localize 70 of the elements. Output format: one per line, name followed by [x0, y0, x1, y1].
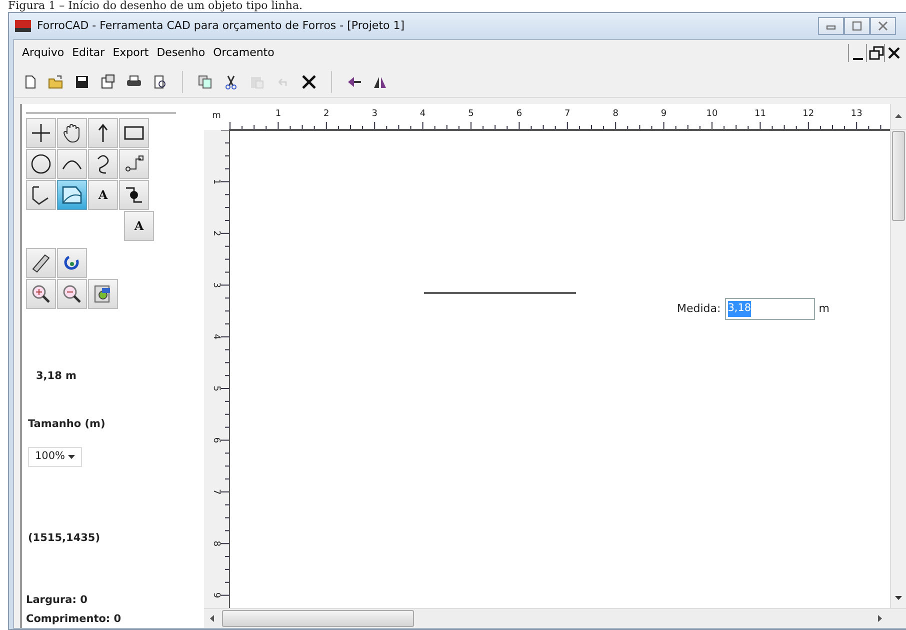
- scroll-up-icon: [895, 114, 902, 118]
- scissors-icon: [223, 74, 239, 90]
- close-icon: [886, 45, 902, 61]
- restore-icon: [868, 45, 884, 61]
- close-icon: [876, 20, 890, 32]
- drawing-canvas[interactable]: Medida: 3,18 m: [229, 130, 890, 608]
- size-label: Tamanho (m): [28, 416, 106, 432]
- scroll-thumb[interactable]: [222, 610, 414, 627]
- delete-icon: [301, 74, 317, 90]
- print-preview-icon: [152, 74, 168, 90]
- tool-button[interactable]: [57, 118, 87, 148]
- measure-value: 3,18 m: [36, 369, 77, 384]
- tool-button[interactable]: [88, 118, 118, 148]
- tool-button[interactable]: A: [88, 180, 118, 210]
- properties-icon: [100, 74, 116, 90]
- plus-icon: [30, 122, 52, 144]
- scroll-left-icon: [210, 615, 214, 622]
- tool-button[interactable]: [26, 118, 56, 148]
- menu-item[interactable]: Arquivo: [18, 42, 68, 64]
- figure-caption: Figura 1 – Início do desenho de um objeto tipo linha.: [7, 0, 304, 12]
- vertical-ruler: 1 2 3 4 5 6 7 8 9: [204, 130, 229, 600]
- drawn-line[interactable]: [424, 292, 576, 294]
- minimize-button[interactable]: [818, 17, 844, 35]
- zoom-out-icon: [61, 283, 83, 305]
- menu-item[interactable]: Desenho: [152, 42, 210, 64]
- unit-label: m: [212, 110, 221, 124]
- tool-button[interactable]: A: [124, 211, 154, 241]
- zoom-in-icon: [30, 283, 52, 305]
- menu-item[interactable]: Orcamento: [209, 42, 278, 64]
- horizontal-scrollbar[interactable]: [204, 608, 906, 628]
- open-folder-icon: [48, 74, 64, 90]
- scroll-thumb[interactable]: [892, 131, 905, 221]
- ruler-icon: [30, 252, 52, 274]
- tool-button[interactable]: [26, 279, 56, 309]
- vertical-scrollbar[interactable]: [890, 130, 906, 608]
- copy-icon: [197, 74, 213, 90]
- tool-button[interactable]: [119, 118, 149, 148]
- maximize-icon: [850, 20, 864, 32]
- width-text: Largura: 0: [26, 592, 88, 608]
- measure-label: Medida:: [677, 300, 721, 317]
- tool-button[interactable]: [119, 149, 149, 179]
- menu-item[interactable]: Editar: [68, 42, 109, 64]
- tool-button[interactable]: [88, 279, 118, 309]
- area-icon: [61, 184, 83, 206]
- app-logo-icon: [15, 20, 31, 32]
- tool-button[interactable]: [57, 248, 87, 278]
- tool-button[interactable]: [57, 279, 87, 309]
- tool-button[interactable]: [57, 149, 87, 179]
- scroll-right-icon: [878, 615, 882, 622]
- restore-button[interactable]: [866, 44, 884, 62]
- tool-button[interactable]: [26, 180, 56, 210]
- save-icon: [74, 74, 90, 90]
- tool-button[interactable]: [26, 248, 56, 278]
- window-title: ForroCAD - Ferramenta CAD para orçamento de Forros - [Projeto 1]: [37, 18, 405, 34]
- circle-icon: [30, 153, 52, 175]
- length-text: Comprimento: 0: [26, 612, 122, 628]
- tool-button[interactable]: [88, 149, 118, 179]
- minimize-icon: [852, 58, 862, 60]
- minimize-button[interactable]: [848, 44, 866, 62]
- maximize-button[interactable]: [844, 17, 870, 35]
- horizontal-ruler: 1 2 3 4 5 6 7 8 9 10 11 12 13: [228, 104, 890, 130]
- caret-icon: [68, 454, 75, 459]
- tool-button[interactable]: [119, 180, 149, 210]
- unit-label: m: [818, 300, 830, 317]
- close-button[interactable]: [884, 44, 902, 62]
- zoom-dropdown[interactable]: 100%: [28, 446, 82, 467]
- menu-item[interactable]: Export: [108, 42, 153, 64]
- tool-button[interactable]: [26, 149, 56, 179]
- coordinates-text: (1515,1435): [28, 530, 100, 546]
- scroll-down-icon: [895, 596, 902, 600]
